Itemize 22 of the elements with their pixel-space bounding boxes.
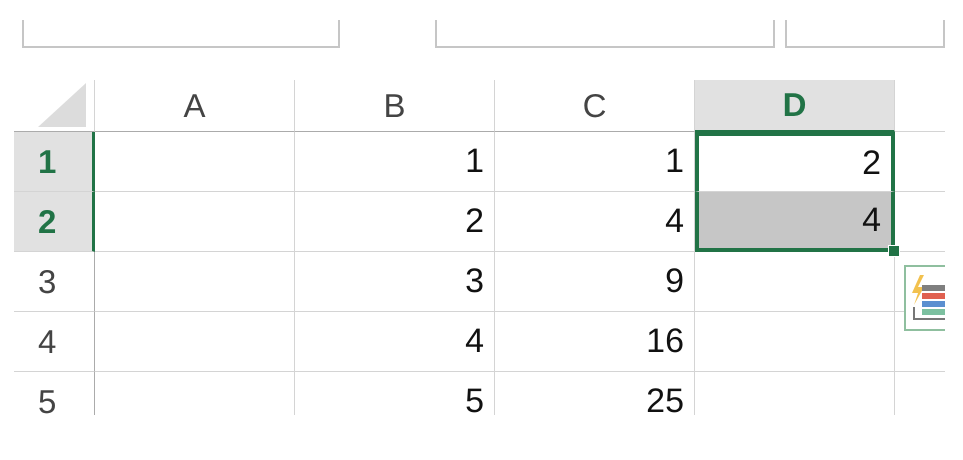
table-cell: 1 (495, 132, 695, 192)
row-header[interactable]: 2 (14, 192, 95, 252)
name-box[interactable] (22, 20, 340, 48)
row-header[interactable]: 4 (14, 312, 95, 372)
formula-bar-field[interactable] (785, 20, 945, 48)
column-header[interactable]: A (95, 80, 295, 132)
quick-analysis-button[interactable] (904, 265, 945, 331)
formula-field[interactable] (435, 20, 775, 48)
table-cell: 9 (495, 252, 695, 312)
table-cell: 4 (295, 312, 495, 372)
table-cell: 2 (295, 192, 495, 252)
table-cell: 16 (495, 312, 695, 372)
fill-handle[interactable] (888, 245, 900, 257)
row-header[interactable]: 1 (14, 132, 95, 192)
column-header[interactable]: D (695, 80, 895, 132)
table-cell: 1 (295, 132, 495, 192)
row-header[interactable]: 3 (14, 252, 95, 312)
column-header[interactable]: C (495, 80, 695, 132)
table-cell: 3 (295, 252, 495, 312)
table-cell: 2 (695, 132, 895, 192)
column-header[interactable]: B (295, 80, 495, 132)
table-cell: 4 (495, 192, 695, 252)
